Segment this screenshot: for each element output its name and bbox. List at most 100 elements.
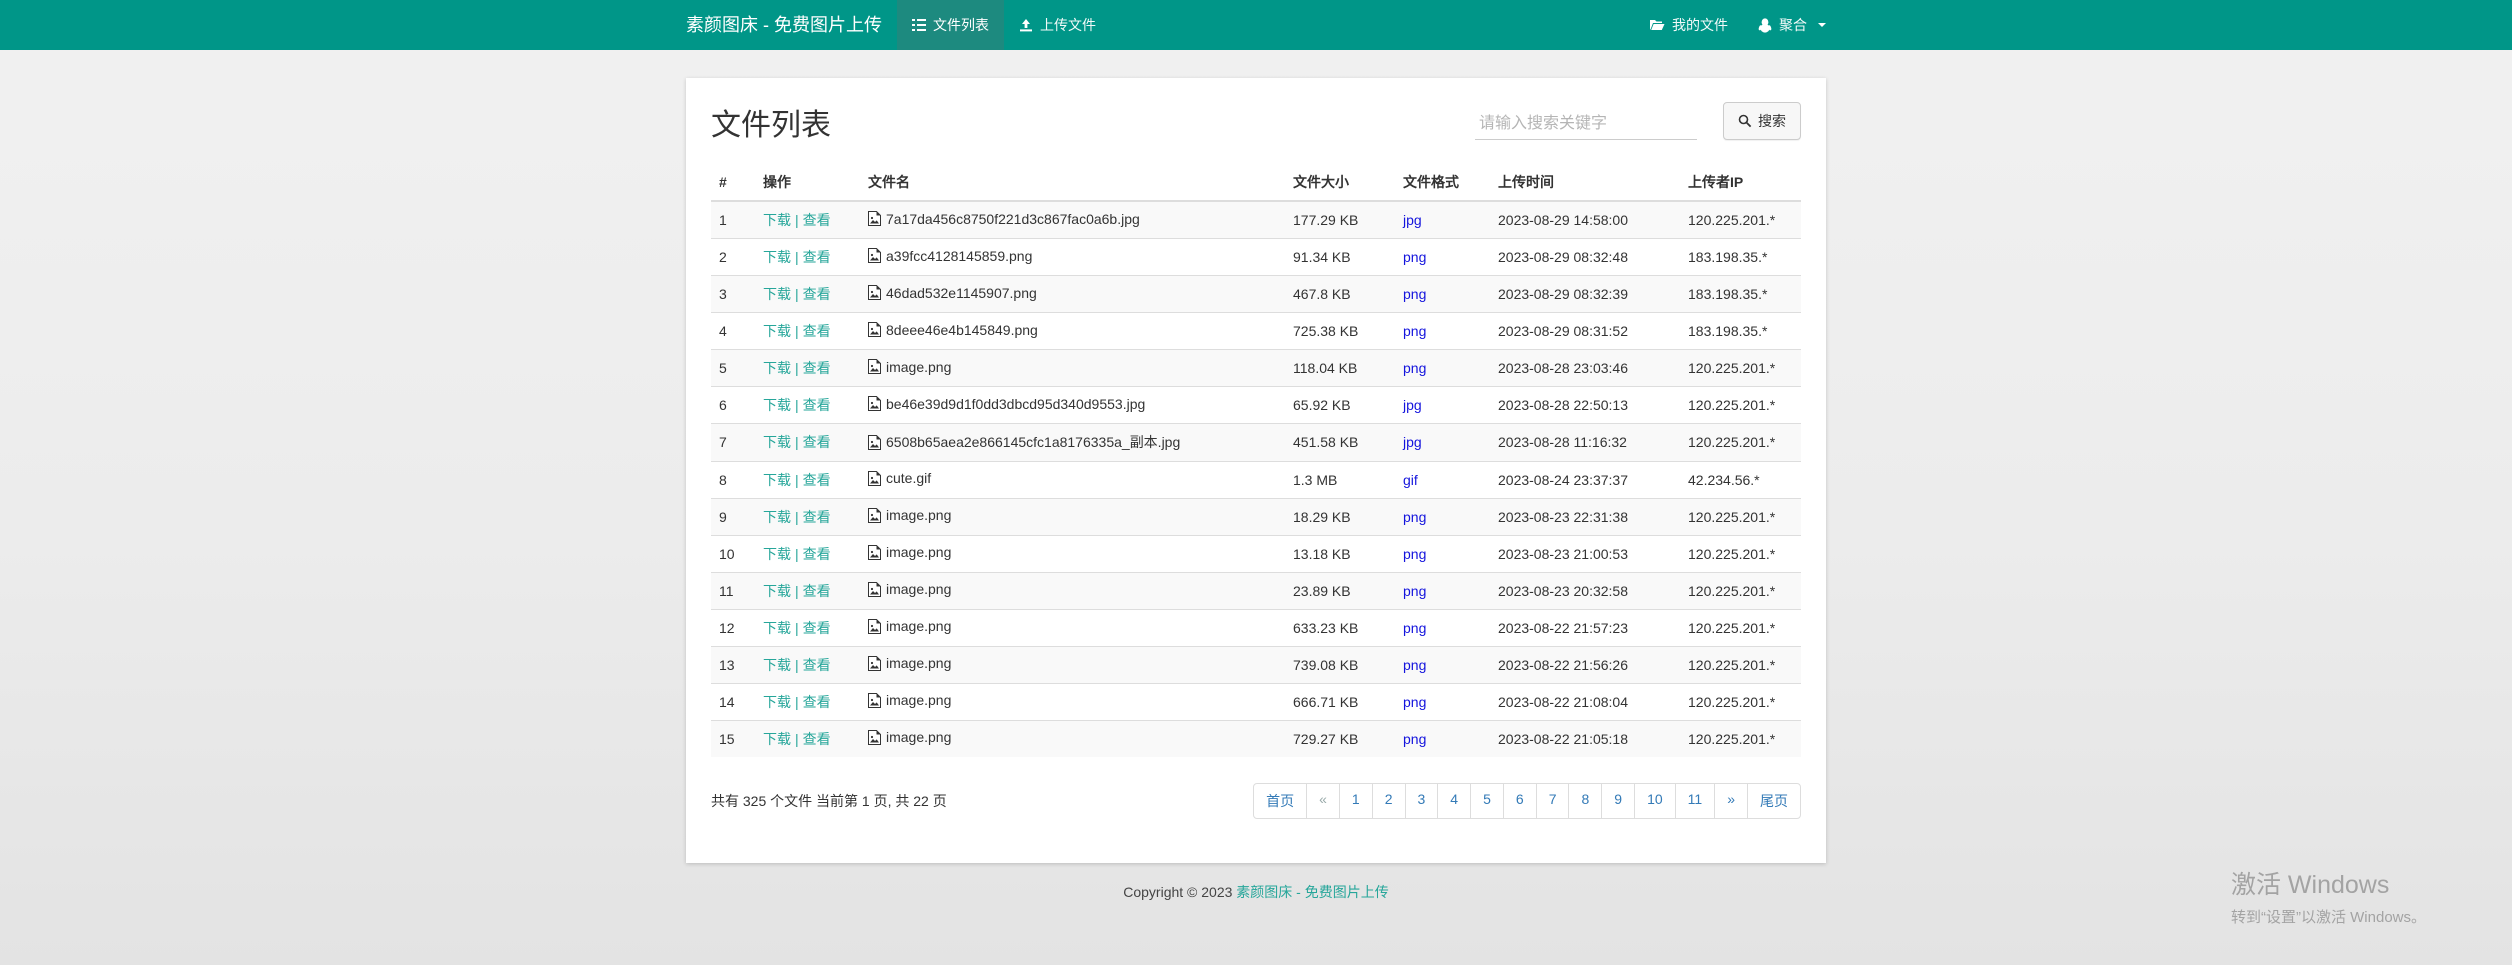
cell-upload-time: 2023-08-23 21:00:53 (1490, 535, 1680, 572)
pagination-next[interactable]: » (1714, 783, 1748, 819)
cell-filename: a39fcc4128145859.png (860, 239, 1285, 276)
brand-link[interactable]: 素颜图床 - 免费图片上传 (671, 0, 897, 50)
format-link[interactable]: png (1403, 657, 1426, 673)
cell-filename: 8deee46e4b145849.png (860, 313, 1285, 350)
format-link[interactable]: jpg (1403, 212, 1422, 228)
format-link[interactable]: jpg (1403, 434, 1422, 450)
action-separator: | (795, 212, 799, 228)
search-input[interactable] (1475, 109, 1697, 140)
filename-text: image.png (886, 507, 951, 523)
view-link[interactable]: 查看 (803, 472, 831, 488)
view-link[interactable]: 查看 (803, 583, 831, 599)
download-link[interactable]: 下载 (763, 472, 791, 488)
search-button[interactable]: 搜索 (1723, 102, 1801, 140)
view-link[interactable]: 查看 (803, 360, 831, 376)
download-link[interactable]: 下载 (763, 509, 791, 525)
format-link[interactable]: png (1403, 731, 1426, 747)
cell-index: 1 (711, 201, 755, 239)
download-link[interactable]: 下载 (763, 694, 791, 710)
view-link[interactable]: 查看 (803, 323, 831, 339)
pagination-page-5[interactable]: 5 (1470, 783, 1504, 819)
cell-filename: cute.gif (860, 461, 1285, 498)
view-link[interactable]: 查看 (803, 731, 831, 747)
image-file-icon (868, 508, 881, 523)
pagination-page-11[interactable]: 11 (1675, 783, 1716, 819)
header-filename: 文件名 (860, 164, 1285, 201)
pagination-page-9[interactable]: 9 (1601, 783, 1635, 819)
pagination-page-8[interactable]: 8 (1568, 783, 1602, 819)
nav-item-file-list[interactable]: 文件列表 (897, 0, 1004, 50)
download-link[interactable]: 下载 (763, 323, 791, 339)
cell-filesize: 633.23 KB (1285, 609, 1395, 646)
view-link[interactable]: 查看 (803, 212, 831, 228)
cell-actions: 下载|查看 (755, 387, 860, 424)
table-row: 2下载|查看a39fcc4128145859.png91.34 KBpng202… (711, 239, 1801, 276)
pagination-first[interactable]: 首页 (1253, 783, 1307, 819)
image-file-icon (868, 471, 881, 486)
download-link[interactable]: 下载 (763, 249, 791, 265)
view-link[interactable]: 查看 (803, 694, 831, 710)
format-link[interactable]: jpg (1403, 397, 1422, 413)
download-link[interactable]: 下载 (763, 397, 791, 413)
view-link[interactable]: 查看 (803, 286, 831, 302)
cell-actions: 下载|查看 (755, 535, 860, 572)
table-row: 14下载|查看image.png666.71 KBpng2023-08-22 2… (711, 683, 1801, 720)
format-link[interactable]: png (1403, 360, 1426, 376)
download-link[interactable]: 下载 (763, 620, 791, 636)
format-link[interactable]: gif (1403, 472, 1418, 488)
format-link[interactable]: png (1403, 323, 1426, 339)
view-link[interactable]: 查看 (803, 397, 831, 413)
pagination-page-3[interactable]: 3 (1405, 783, 1439, 819)
nav-item-upload[interactable]: 上传文件 (1004, 0, 1111, 50)
table-row: 15下载|查看image.png729.27 KBpng2023-08-22 2… (711, 720, 1801, 757)
format-link[interactable]: png (1403, 286, 1426, 302)
pagination-page-4[interactable]: 4 (1437, 783, 1471, 819)
download-link[interactable]: 下载 (763, 657, 791, 673)
pagination-page-1[interactable]: 1 (1339, 783, 1373, 819)
pagination-page-10[interactable]: 10 (1634, 783, 1676, 819)
nav-item-account-dropdown[interactable]: 聚合 (1743, 0, 1841, 50)
file-list-card: 文件列表 搜索 # 操作 文件名 文件大 (686, 78, 1826, 863)
view-link[interactable]: 查看 (803, 434, 831, 450)
view-link[interactable]: 查看 (803, 657, 831, 673)
cell-filesize: 729.27 KB (1285, 720, 1395, 757)
pagination-page-6[interactable]: 6 (1503, 783, 1537, 819)
format-link[interactable]: png (1403, 546, 1426, 562)
navbar-spacer (1111, 0, 1634, 50)
download-link[interactable]: 下载 (763, 546, 791, 562)
footer-site-link[interactable]: 素颜图床 - 免费图片上传 (1236, 884, 1388, 900)
download-link[interactable]: 下载 (763, 434, 791, 450)
pagination-last[interactable]: 尾页 (1747, 783, 1801, 819)
download-link[interactable]: 下载 (763, 731, 791, 747)
format-link[interactable]: png (1403, 583, 1426, 599)
header-uploader-ip: 上传者IP (1680, 164, 1801, 201)
pagination-page-2[interactable]: 2 (1372, 783, 1406, 819)
pagination-page-7[interactable]: 7 (1536, 783, 1570, 819)
format-link[interactable]: png (1403, 620, 1426, 636)
cell-format: gif (1395, 461, 1490, 498)
cell-actions: 下载|查看 (755, 498, 860, 535)
nav-item-label: 文件列表 (933, 15, 989, 35)
watermark-line2: 转到“设置”以激活 Windows。 (2231, 906, 2426, 927)
format-link[interactable]: png (1403, 694, 1426, 710)
pagination-prev[interactable]: « (1306, 783, 1340, 819)
cell-filesize: 23.89 KB (1285, 572, 1395, 609)
header-actions: 操作 (755, 164, 860, 201)
nav-item-my-files[interactable]: 我的文件 (1634, 0, 1743, 50)
filename-text: 8deee46e4b145849.png (886, 322, 1038, 338)
cell-index: 3 (711, 276, 755, 313)
action-separator: | (795, 657, 799, 673)
view-link[interactable]: 查看 (803, 546, 831, 562)
download-link[interactable]: 下载 (763, 212, 791, 228)
view-link[interactable]: 查看 (803, 620, 831, 636)
view-link[interactable]: 查看 (803, 249, 831, 265)
cell-index: 9 (711, 498, 755, 535)
format-link[interactable]: png (1403, 509, 1426, 525)
download-link[interactable]: 下载 (763, 360, 791, 376)
download-link[interactable]: 下载 (763, 286, 791, 302)
cell-uploader-ip: 120.225.201.* (1680, 498, 1801, 535)
format-link[interactable]: png (1403, 249, 1426, 265)
download-link[interactable]: 下载 (763, 583, 791, 599)
header-index: # (711, 164, 755, 201)
view-link[interactable]: 查看 (803, 509, 831, 525)
